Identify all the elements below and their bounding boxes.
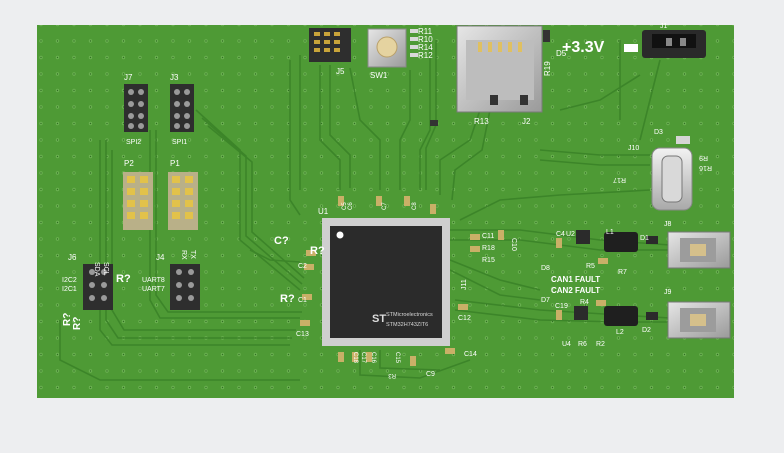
usb-c-connector-j10	[651, 147, 693, 211]
label-c6: C6	[348, 202, 354, 210]
label-l1: L1	[606, 229, 614, 236]
label-j1: J1	[660, 23, 668, 30]
label-r9: R9	[699, 154, 708, 161]
label-can1-fault: CAN1 FAULT	[551, 275, 600, 284]
label-l2: L2	[616, 329, 624, 336]
label-d5: D5	[556, 49, 567, 58]
label-scl: SCL	[102, 262, 109, 276]
power-connector-j1	[642, 30, 706, 58]
label-r4: R4	[580, 299, 589, 306]
svg-text:ST: ST	[372, 313, 386, 325]
label-p2: P2	[124, 159, 134, 168]
label-c10: C10	[510, 238, 517, 251]
label-r2: R2	[596, 341, 605, 348]
label-c12: C12	[458, 315, 471, 322]
label-d3: D3	[654, 129, 663, 136]
label-c14: C14	[464, 351, 477, 358]
label-r13: R13	[474, 117, 489, 126]
label-mcu-part: STM32H743ZIT6	[386, 322, 428, 328]
header-j3	[170, 84, 194, 132]
label-j11: J11	[461, 279, 468, 290]
header-j4	[170, 264, 200, 310]
header-p2	[123, 172, 153, 230]
label-i2c2: I2C2	[62, 277, 77, 284]
label-c18: C18	[352, 352, 358, 364]
label-r5: R5	[586, 263, 595, 270]
label-j4: J4	[156, 253, 165, 262]
label-c-q: C?	[274, 235, 289, 247]
label-j5: J5	[336, 67, 345, 76]
connector-j9	[667, 301, 731, 339]
label-power: +3.3V	[562, 39, 605, 56]
label-uart7: UART7	[142, 286, 165, 293]
label-c17: C17	[360, 352, 366, 364]
label-c11: C11	[482, 233, 494, 240]
label-r16: R16	[699, 164, 712, 171]
header-p1	[168, 172, 198, 230]
label-u2: U2	[566, 231, 575, 238]
diode-d5	[543, 30, 550, 42]
label-j8: J8	[664, 221, 672, 228]
label-c9: C9	[426, 371, 435, 378]
label-p1: P1	[170, 159, 180, 168]
label-j2: J2	[522, 117, 531, 126]
label-r7: R7	[618, 269, 627, 276]
label-i2c1: I2C1	[62, 286, 77, 293]
connector-j5	[309, 28, 351, 62]
label-j3: J3	[170, 73, 179, 82]
label-j6: J6	[68, 253, 77, 262]
label-c19: C19	[555, 303, 568, 310]
label-r-q3: R?	[72, 317, 83, 330]
label-r18: R18	[482, 245, 495, 252]
label-u1: U1	[318, 207, 329, 216]
label-j7: J7	[124, 73, 133, 82]
label-d7: D7	[541, 297, 550, 304]
label-tx: TX	[189, 250, 196, 259]
label-c4: C4	[556, 231, 565, 238]
label-can2-fault: CAN2 FAULT	[551, 286, 600, 295]
label-c7: C7	[382, 202, 388, 210]
choke-l2	[604, 306, 638, 326]
label-r6: R6	[578, 341, 587, 348]
switch-sw1	[367, 28, 407, 68]
label-c16: C16	[370, 352, 376, 364]
label-c15: C15	[394, 352, 400, 364]
pcb-render: ST +3.3V J1 J5 SW1 R11 R10 R14 R12 R19 D…	[37, 23, 734, 398]
label-j9: J9	[664, 289, 672, 296]
label-c1: C1	[298, 297, 307, 304]
label-r-q5: R?	[280, 293, 295, 305]
label-j10: J10	[628, 145, 639, 152]
label-d1: D1	[640, 235, 649, 242]
label-mcu-brand: STMicroelectronics	[386, 312, 433, 318]
label-uart8: UART8	[142, 277, 165, 284]
sd-card-slot-j2	[456, 25, 543, 113]
connector-j8	[667, 231, 731, 269]
power-indicator	[624, 44, 638, 52]
label-d2: D2	[642, 327, 651, 334]
label-r15: R15	[482, 257, 495, 264]
label-r3: R3	[388, 372, 396, 378]
header-j7	[124, 84, 148, 132]
label-sda: SDA	[93, 262, 100, 277]
label-r19: R19	[543, 61, 552, 76]
label-c13: C13	[296, 331, 309, 338]
label-c2: C2	[298, 263, 307, 270]
label-spi1: SPI1	[172, 139, 187, 146]
label-sw1: SW1	[370, 71, 388, 80]
diode-d3	[676, 136, 690, 144]
label-r17: R17	[613, 176, 626, 183]
label-r12: R12	[418, 51, 433, 60]
label-d8: D8	[541, 265, 550, 272]
label-c8: C8	[412, 202, 418, 210]
label-r-q4: R?	[310, 245, 325, 257]
label-rx: RX	[180, 250, 187, 260]
label-spi2: SPI2	[126, 139, 141, 146]
label-u4: U4	[562, 341, 571, 348]
label-r-q1: R?	[116, 273, 131, 285]
